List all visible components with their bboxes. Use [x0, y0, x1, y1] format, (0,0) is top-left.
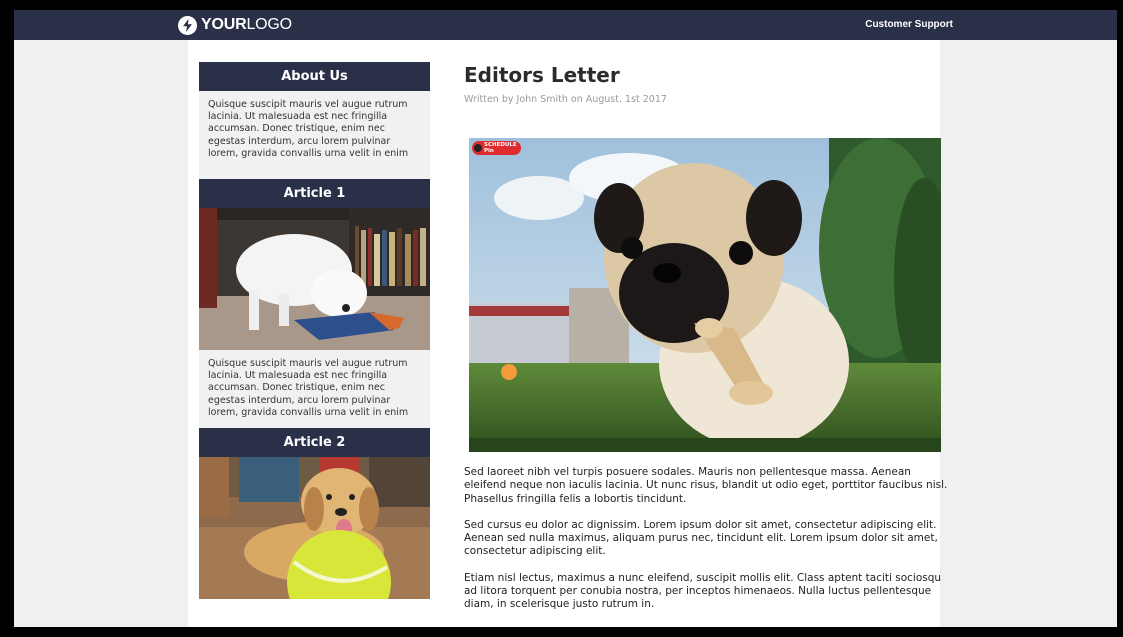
article-1-image[interactable] — [199, 208, 430, 350]
article-2-heading[interactable]: Article 2 — [199, 428, 430, 457]
top-navigation-bar: YOURLOGO Customer Support — [14, 10, 1117, 40]
schedule-pin-label: SCHEDULE Pin — [484, 142, 517, 154]
article-1-text: Quisque suscipit mauris vel augue rutrum… — [208, 358, 409, 418]
article-body: Sed laoreet nibh vel turpis posuere soda… — [464, 466, 948, 625]
about-us-heading: About Us — [199, 62, 430, 91]
customer-support-link[interactable]: Customer Support — [865, 19, 953, 30]
article-byline: Written by John Smith on August. 1st 201… — [464, 94, 667, 105]
about-us-text: Quisque suscipit mauris vel augue rutrum… — [208, 99, 409, 159]
schedule-pin-button[interactable]: SCHEDULE Pin — [472, 141, 521, 155]
article-title: Editors Letter — [464, 63, 620, 87]
logo-text-light: LOGO — [246, 16, 292, 33]
site-logo[interactable]: YOURLOGO — [178, 14, 292, 36]
sidebar: About Us Quisque suscipit mauris vel aug… — [199, 62, 430, 599]
article-1-heading[interactable]: Article 1 — [199, 179, 430, 208]
hero-image[interactable]: SCHEDULE Pin — [469, 138, 941, 452]
article-2-image[interactable] — [199, 457, 430, 599]
browser-viewport: YOURLOGO Customer Support About Us Quisq… — [14, 10, 1117, 627]
lightning-bolt-icon — [178, 15, 197, 35]
page-content: About Us Quisque suscipit mauris vel aug… — [188, 40, 947, 627]
logo-text: YOURLOGO — [201, 16, 292, 34]
article-paragraph: Sed laoreet nibh vel turpis posuere soda… — [464, 466, 948, 505]
article-paragraph: Etiam nisl lectus, maximus a nunc eleife… — [464, 571, 942, 611]
logo-text-bold: YOUR — [201, 16, 247, 33]
article-paragraph: Sed cursus eu dolor ac dignissim. Lorem … — [464, 518, 938, 558]
main-article: Editors Letter Written by John Smith on … — [464, 62, 948, 610]
pin-icon — [474, 144, 482, 152]
